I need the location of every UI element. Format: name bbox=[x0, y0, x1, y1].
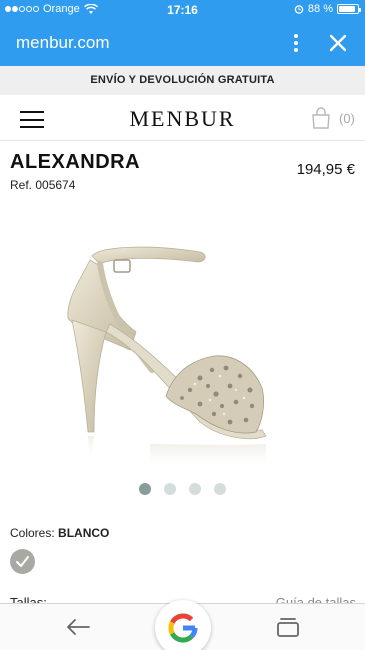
carousel-dot-1[interactable] bbox=[139, 483, 151, 495]
product-name: ALEXANDRA bbox=[10, 151, 141, 173]
colors-label: Colores: bbox=[10, 526, 55, 540]
close-icon[interactable] bbox=[326, 31, 350, 55]
promo-banner[interactable]: ENVÍO Y DEVOLUCIÓN GRATUITA bbox=[0, 66, 365, 95]
cart-count[interactable]: (0) bbox=[339, 111, 355, 126]
carousel-dot-4[interactable] bbox=[214, 483, 226, 495]
alarm-icon bbox=[294, 5, 304, 14]
tabs-icon[interactable] bbox=[276, 616, 300, 638]
site-header: MENBUR (0) bbox=[0, 95, 365, 141]
colors-row: Colores: BLANCO bbox=[10, 526, 109, 540]
selected-color-name: BLANCO bbox=[58, 526, 110, 540]
more-vert-icon[interactable] bbox=[286, 32, 306, 54]
color-swatch-blanco[interactable] bbox=[10, 549, 35, 574]
product-price: 194,95 € bbox=[296, 161, 355, 178]
google-icon bbox=[168, 613, 198, 643]
battery-percent: 88 % bbox=[307, 3, 333, 15]
status-bar: Orange 17:16 88 % bbox=[0, 0, 365, 20]
google-search-button[interactable] bbox=[155, 600, 211, 650]
carousel-dot-3[interactable] bbox=[189, 483, 201, 495]
image-carousel-dots bbox=[0, 483, 365, 495]
shopping-bag-icon[interactable] bbox=[310, 107, 332, 129]
carousel-dot-2[interactable] bbox=[164, 483, 176, 495]
status-right: 88 % bbox=[294, 3, 361, 15]
browser-bottom-toolbar bbox=[0, 600, 365, 650]
battery-fill bbox=[339, 6, 355, 12]
url-field[interactable]: menbur.com bbox=[16, 33, 110, 53]
product-image[interactable] bbox=[40, 200, 330, 475]
browser-bar: menbur.com bbox=[0, 20, 365, 66]
battery-icon bbox=[337, 4, 361, 14]
check-icon bbox=[16, 556, 29, 567]
back-arrow-icon[interactable] bbox=[64, 616, 92, 638]
product-ref: Ref. 005674 bbox=[10, 178, 76, 192]
